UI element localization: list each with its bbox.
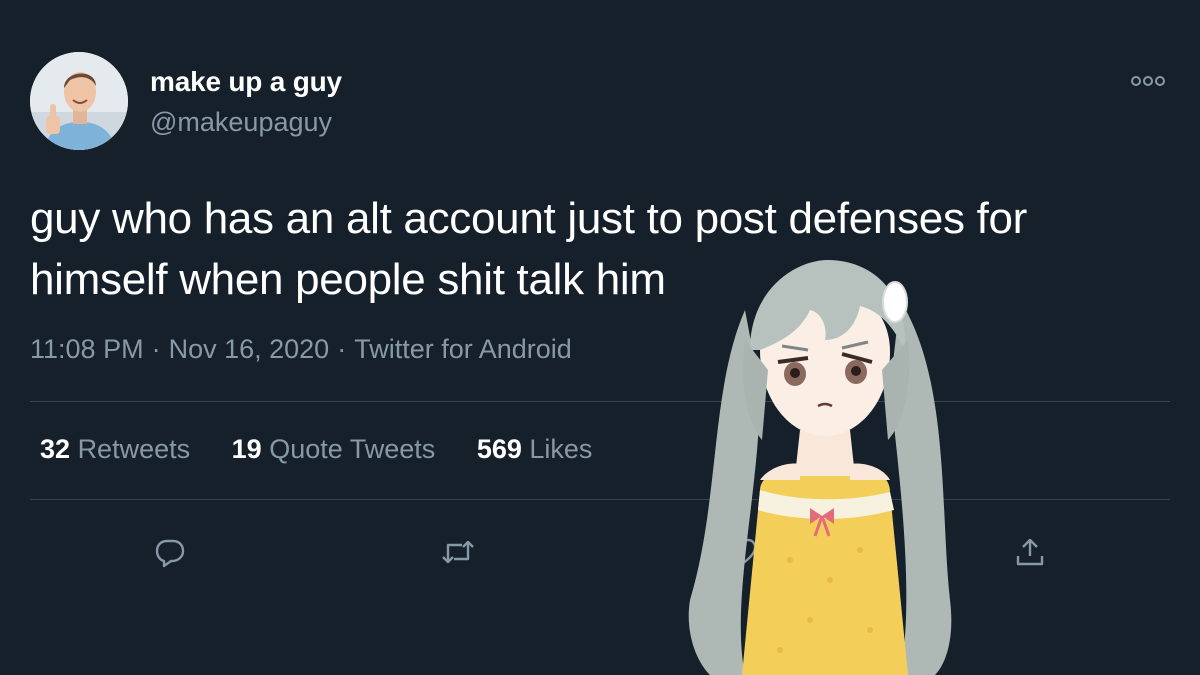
tweet-source[interactable]: Twitter for Android (354, 334, 572, 364)
likes-stat[interactable]: 569 Likes (477, 434, 593, 465)
retweets-stat[interactable]: 32 Retweets (40, 434, 190, 465)
likes-label: Likes (529, 434, 593, 464)
tweet-time[interactable]: 11:08 PM (30, 334, 144, 364)
reply-icon (155, 539, 185, 568)
tweet-actions (0, 524, 1200, 580)
retweet-icon (442, 540, 474, 564)
more-options-icon[interactable] (1126, 70, 1170, 92)
display-name[interactable]: make up a guy (150, 66, 342, 98)
user-handle[interactable]: @makeupaguy (150, 107, 332, 138)
retweet-button[interactable] (434, 528, 482, 576)
share-button[interactable] (1006, 528, 1054, 576)
tweet-stats: 32 Retweets 19 Quote Tweets 569 Likes (40, 434, 626, 465)
reply-button[interactable] (146, 528, 194, 576)
tweet-meta: 11:08 PM · Nov 16, 2020 · Twitter for Androi… (30, 334, 572, 365)
quote-tweets-stat[interactable]: 19 Quote Tweets (232, 434, 436, 465)
quote-tweets-count: 19 (231, 434, 262, 464)
meta-separator: · (337, 334, 347, 364)
tweet-date[interactable]: Nov 16, 2020 (169, 334, 330, 364)
meta-separator: · (151, 334, 161, 364)
retweets-count: 32 (40, 434, 71, 464)
anime-girl-overlay (688, 260, 952, 675)
share-icon (1016, 538, 1044, 566)
divider (30, 499, 1170, 500)
tweet-card: make up a guy @makeupaguy guy who has an… (0, 0, 1200, 675)
quote-tweets-label: Quote Tweets (269, 434, 436, 464)
divider (30, 401, 1170, 402)
retweets-label: Retweets (77, 434, 191, 464)
avatar[interactable] (30, 52, 128, 150)
likes-count: 569 (476, 434, 522, 464)
